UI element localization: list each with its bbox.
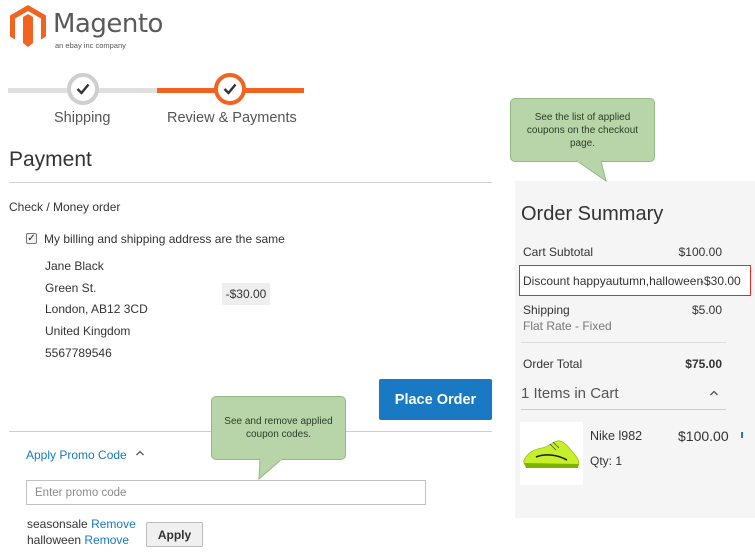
coupon-code: halloween (27, 533, 82, 547)
items-in-cart-toggle[interactable]: 1 Items in Cart (521, 385, 619, 402)
magento-logo-icon (10, 5, 46, 47)
apply-promo-code-toggle[interactable]: Apply Promo Code (26, 448, 127, 462)
product-name: Nike l982 (590, 429, 643, 443)
cart-subtotal-label: Cart Subtotal (523, 245, 594, 259)
chevron-up-icon[interactable] (134, 447, 146, 459)
annotation-callout-promo: See and remove applied coupon codes. (211, 396, 346, 460)
discount-value: -$30.00 (700, 274, 741, 288)
sneaker-icon (523, 440, 580, 468)
address-phone: 5567789546 (45, 346, 112, 360)
divider (521, 342, 726, 343)
callout-text: See and remove applied coupon codes. (224, 416, 333, 440)
apply-coupon-button[interactable]: Apply (146, 522, 203, 547)
remove-coupon-link[interactable]: Remove (91, 517, 136, 531)
coupon-code: seasonsale (27, 517, 88, 531)
shipping-label: Shipping (523, 303, 570, 317)
product-thumbnail[interactable] (520, 422, 583, 485)
address-city: London, AB12 3CD (45, 302, 148, 316)
checkmark-icon (223, 83, 237, 95)
shipping-method: Flat Rate - Fixed (523, 319, 612, 333)
step-shipping-indicator[interactable] (67, 73, 99, 105)
callout-text: See the list of applied coupons on the c… (526, 111, 639, 149)
cart-subtotal-value: $100.00 (678, 245, 722, 259)
same-address-checkbox[interactable]: ✓ (26, 233, 37, 244)
divider (521, 409, 726, 410)
order-summary-title: Order Summary (521, 203, 664, 225)
callout-pointer (576, 160, 607, 183)
place-order-button[interactable]: Place Order (379, 379, 492, 420)
same-address-label[interactable]: My billing and shipping address are the … (44, 232, 285, 246)
payment-title: Payment (9, 148, 92, 171)
payment-method-label[interactable]: Check / Money order (9, 200, 120, 214)
callout-pointer (258, 458, 284, 481)
promo-code-input[interactable] (26, 480, 426, 505)
brand-tagline: an ebay inc company (55, 41, 126, 50)
step-shipping-label[interactable]: Shipping (54, 110, 110, 126)
address-street: Green St. (45, 281, 97, 295)
remove-coupon-link[interactable]: Remove (84, 533, 129, 547)
product-qty: Qty: 1 (590, 454, 623, 468)
divider (9, 182, 492, 183)
scroll-indicator (741, 432, 743, 438)
chevron-up-icon[interactable] (708, 387, 720, 399)
checkmark-icon (76, 83, 90, 95)
applied-coupon-item: seasonsale Remove (27, 517, 136, 531)
shipping-value: $5.00 (691, 303, 722, 317)
step-review-indicator (214, 73, 246, 105)
annotation-callout-summary: See the list of applied coupons on the c… (510, 98, 655, 162)
applied-coupon-item: halloween Remove (27, 533, 129, 547)
discount-label: Discount happyautumn,halloween (523, 274, 704, 288)
step-review-label: Review & Payments (167, 110, 297, 126)
address-name: Jane Black (45, 259, 104, 273)
product-price: $100.00 (678, 428, 729, 444)
order-total-label: Order Total (523, 357, 583, 371)
discount-amount-badge: -$30.00 (222, 283, 270, 305)
order-total-value: $75.00 (685, 357, 722, 371)
brand-name: Magento (53, 9, 163, 39)
address-country: United Kingdom (45, 324, 131, 338)
